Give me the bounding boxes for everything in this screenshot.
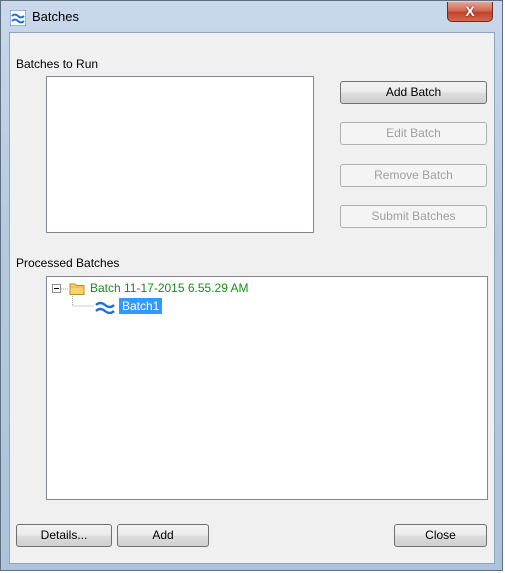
- tree-node-batch1-label: Batch1: [119, 298, 163, 314]
- batches-to-run-list[interactable]: [46, 76, 314, 233]
- window-title: Batches: [32, 9, 79, 24]
- edit-batch-button[interactable]: Edit Batch: [340, 122, 487, 145]
- batches-to-run-label: Batches to Run: [16, 57, 99, 71]
- close-icon: X: [465, 3, 475, 19]
- add-batch-button[interactable]: Add Batch: [340, 81, 487, 104]
- window-close-button[interactable]: X: [447, 2, 493, 22]
- processed-batches-tree[interactable]: Batch 11-17-2015 6.55.29 AM Batch1: [46, 276, 488, 500]
- title-bar[interactable]: Batches X: [1, 1, 502, 33]
- tree-node-batch-label: Batch 11-17-2015 6.55.29 AM: [90, 281, 249, 295]
- collapse-icon[interactable]: [52, 284, 61, 293]
- remove-batch-button[interactable]: Remove Batch: [340, 164, 487, 187]
- processed-batches-label: Processed Batches: [16, 256, 120, 270]
- tree-node-batch[interactable]: Batch 11-17-2015 6.55.29 AM: [52, 281, 312, 297]
- batches-dialog: Batches X Batches to Run Add Batch Edit …: [0, 0, 503, 571]
- batch-wave-icon: [95, 301, 115, 314]
- tree-connector: [61, 288, 69, 290]
- dialog-client-area: Batches to Run Add Batch Edit Batch Remo…: [9, 32, 495, 564]
- submit-batches-button[interactable]: Submit Batches: [340, 205, 487, 228]
- tree-node-batch1[interactable]: Batch1: [95, 298, 215, 315]
- details-button[interactable]: Details...: [16, 524, 112, 547]
- folder-icon: [69, 283, 85, 295]
- add-button[interactable]: Add: [117, 524, 209, 547]
- close-button[interactable]: Close: [394, 524, 487, 547]
- batch-wave-icon: [10, 10, 26, 26]
